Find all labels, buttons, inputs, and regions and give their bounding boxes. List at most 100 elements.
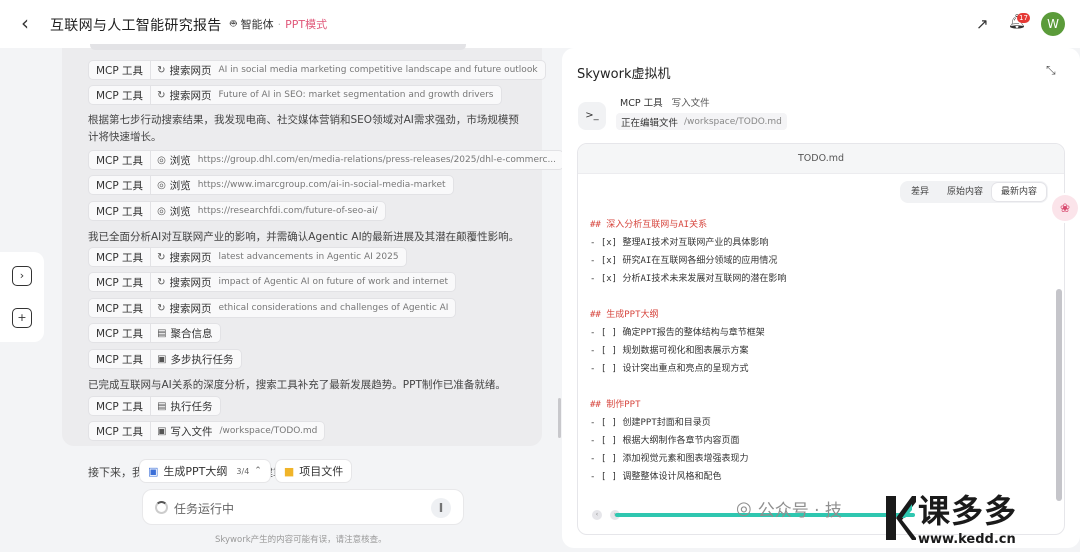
tool-argument: AI in social media marketing competitive… — [218, 65, 538, 75]
compass-icon: ◎ — [157, 154, 166, 166]
left-rail: › + — [0, 252, 44, 342]
assistant-message: 已完成互联网与AI关系的深度分析，搜索工具补充了最新发展趋势。PPT制作已准备就… — [88, 379, 506, 391]
tool-action-label: 聚合信息 — [170, 327, 213, 340]
watermark-wechat-text: 公众号 · 技 — [757, 501, 842, 521]
tool-argument: /workspace/TODO.md — [219, 426, 318, 436]
compass-icon: ◎ — [157, 205, 166, 217]
tool-call-pill[interactable]: MCP 工具 ▤ 执行任务 — [88, 396, 221, 416]
tool-call-pill[interactable]: MCP 工具 ▣ 多步执行任务 — [88, 349, 242, 369]
floating-assistant-icon[interactable]: ❀ — [1052, 195, 1078, 221]
tool-call-row[interactable]: MCP 工具 ↻ 搜索网页 Future of AI in SEO: market s… — [88, 85, 502, 105]
tool-label: MCP 工具 — [89, 61, 152, 79]
tool-call-pill[interactable]: MCP 工具 ↻ 搜索网页 impact of Agentic AI on futur… — [88, 272, 457, 292]
tool-action-label: 多步执行任务 — [170, 353, 234, 366]
assistant-message: 根据第七步行动搜索结果，我发现电商、社交媒体营销和SEO领域对AI需求强劲，市场… — [88, 114, 519, 143]
expand-sidebar-icon[interactable]: › — [12, 266, 32, 286]
tool-action: ↻ 搜索网页 Future of AI in SEO: market segment… — [151, 88, 493, 103]
vertical-scrollbar[interactable] — [1056, 289, 1062, 501]
markdown-heading: ## 生成PPT大纲 — [590, 310, 659, 320]
tab-diff[interactable]: 差异 — [902, 183, 938, 201]
tool-label: MCP 工具 — [89, 422, 152, 440]
tool-call-pill[interactable]: MCP 工具 ↻ 搜索网页 latest advancements in Agenti… — [88, 247, 407, 267]
agent-mode-tag[interactable]: 🤖︎ 智能体 · PPT模式 — [230, 16, 327, 32]
tool-label: MCP 工具 — [89, 350, 152, 368]
watermark-url: www.kedd.cn — [918, 532, 1016, 547]
tool-call-row[interactable]: MCP 工具 ◎ 浏览 https://www.imarcgroup.com/ai-i… — [88, 175, 454, 195]
markdown-line: - [ ] 根据大纲制作各章节内容页面 — [590, 436, 740, 446]
agent-label: 智能体 — [240, 18, 274, 31]
tool-action: ▤ 执行任务 — [151, 399, 212, 414]
tool-label: MCP 工具 — [89, 397, 152, 415]
editing-label: 正在编辑文件 — [621, 117, 679, 129]
search-icon: ↻ — [157, 64, 166, 76]
tool-call-row[interactable]: MCP 工具 ▤ 执行任务 — [88, 396, 221, 416]
markdown-heading: ## 深入分析互联网与AI关系 — [590, 220, 708, 230]
tool-call-pill[interactable]: MCP 工具 ◎ 浏览 https://researchfdi.com/future-… — [88, 201, 386, 221]
tool-call-pill[interactable]: MCP 工具 ↻ 搜索网页 Future of AI in SEO: market s… — [88, 85, 502, 105]
ppt-outline-chip[interactable]: ▣ 生成PPT大纲 3/4 ⌃ — [140, 460, 270, 482]
view-tabs: 差异 原始内容 最新内容 — [899, 181, 1048, 203]
back-arrow-icon[interactable]: ‹ — [14, 12, 36, 36]
tool-call-pill[interactable]: MCP 工具 ↻ 搜索网页 AI in social media marketing … — [88, 60, 546, 80]
editing-status: 正在编辑文件 /workspace/TODO.md — [616, 113, 787, 130]
markdown-line: - [ ] 设计突出重点和亮点的呈现方式 — [590, 364, 749, 374]
new-task-icon[interactable]: + — [12, 308, 32, 328]
tool-label: MCP 工具 — [89, 248, 152, 266]
terminal-icon: ▣ — [157, 353, 167, 365]
tool-action: ◎ 浏览 https://group.dhl.com/en/media-relati… — [151, 153, 556, 168]
vm-title: Skywork虚拟机 — [577, 67, 671, 82]
tool-action: ◎ 浏览 https://researchfdi.com/future-of-seo… — [151, 204, 378, 219]
ppt-outline-count: 3/4 — [236, 466, 250, 476]
top-header: ‹ 互联网与人工智能研究报告 🤖︎ 智能体 · PPT模式 ↗ 🔔︎ 17 W — [0, 0, 1080, 48]
tool-action: ↻ 搜索网页 impact of Agentic AI on future of w… — [151, 275, 448, 290]
tool-action: ▤ 聚合信息 — [151, 326, 212, 341]
tool-argument: latest advancements in Agentic AI 2025 — [218, 252, 399, 262]
tool-call-pill[interactable]: MCP 工具 ◎ 浏览 https://www.imarcgroup.com/ai-i… — [88, 175, 454, 195]
file-name: TODO.md — [578, 144, 1064, 174]
tool-call-row[interactable]: MCP 工具 ↻ 搜索网页 AI in social media marketing … — [88, 60, 546, 80]
vm-tool-label: MCP 工具 — [620, 98, 663, 109]
tool-action: ↻ 搜索网页 AI in social media marketing compet… — [151, 63, 537, 78]
markdown-line: - [ ] 调整整体设计风格和配色 — [590, 472, 722, 482]
tool-argument: https://researchfdi.com/future-of-seo-ai… — [197, 206, 378, 216]
markdown-line: - [x] 分析AI技术未来发展对互联网的潜在影响 — [590, 274, 787, 284]
markdown-content: ## 深入分析互联网与AI关系 - [x] 整理AI技术对互联网产业的具体影响 - … — [590, 216, 786, 486]
tool-action: ▣ 写入文件/workspace/TODO.md — [151, 424, 317, 439]
search-icon: ↻ — [157, 302, 166, 314]
tool-call-row[interactable]: MCP 工具 ◎ 浏览 https://group.dhl.com/en/media-… — [88, 150, 565, 170]
task-status-box[interactable]: 任务运行中 ‖ — [142, 489, 464, 525]
tool-label: MCP 工具 — [89, 299, 152, 317]
pause-button[interactable]: ‖ — [431, 498, 451, 518]
tool-call-pill[interactable]: MCP 工具 ↻ 搜索网页 ethical considerations and ch… — [88, 298, 457, 318]
tool-call-row[interactable]: MCP 工具 ◎ 浏览 https://researchfdi.com/future-… — [88, 201, 386, 221]
avatar[interactable]: W — [1041, 12, 1065, 36]
tool-call-pill[interactable]: MCP 工具 ▤ 聚合信息 — [88, 323, 221, 343]
tool-action-label: 搜索网页 — [169, 276, 212, 289]
panel-resize-handle[interactable] — [558, 398, 561, 438]
project-files-chip[interactable]: ■ 项目文件 — [275, 460, 352, 482]
tool-call-pill[interactable]: MCP 工具 ◎ 浏览 https://group.dhl.com/en/media-… — [88, 150, 565, 170]
aggregate-icon: ▤ — [157, 327, 167, 339]
tool-call-pill[interactable]: MCP 工具 ▣ 写入文件/workspace/TODO.md — [88, 421, 326, 441]
vm-tool-action: 写入文件 — [671, 98, 710, 109]
tool-argument: ethical considerations and challenges of… — [218, 303, 449, 313]
tool-argument: https://group.dhl.com/en/media-relations… — [197, 155, 557, 165]
scroll-left-icon[interactable]: ‹ — [592, 510, 602, 520]
tool-argument: https://www.imarcgroup.com/ai-in-social-… — [197, 180, 446, 190]
progress-chips: ▣ 生成PPT大纲 3/4 ⌃ ■ 项目文件 — [140, 460, 352, 482]
tool-label: MCP 工具 — [89, 202, 152, 220]
collapse-icon[interactable]: ⤡ — [1046, 63, 1062, 79]
tool-call-row[interactable]: MCP 工具 ▤ 聚合信息 — [88, 323, 221, 343]
mode-label: PPT模式 — [285, 18, 328, 31]
tab-latest[interactable]: 最新内容 — [991, 183, 1046, 201]
tool-call-row[interactable]: MCP 工具 ▣ 写入文件/workspace/TODO.md — [88, 421, 326, 441]
tab-original[interactable]: 原始内容 — [938, 183, 992, 201]
tool-call-row[interactable]: MCP 工具 ▣ 多步执行任务 — [88, 349, 242, 369]
tool-call-row[interactable]: MCP 工具 ↻ 搜索网页 ethical considerations and ch… — [88, 298, 457, 318]
share-icon[interactable]: ↗ — [976, 15, 994, 33]
markdown-line: - [x] 研究AI在互联网各细分领域的应用情况 — [590, 256, 778, 266]
tool-call-row[interactable]: MCP 工具 ↻ 搜索网页 impact of Agentic AI on futur… — [88, 272, 457, 292]
tool-call-row[interactable]: MCP 工具 ↻ 搜索网页 latest advancements in Agenti… — [88, 247, 407, 267]
tool-action-label: 搜索网页 — [169, 89, 212, 102]
chevron-up-icon: ⌃ — [254, 466, 262, 476]
